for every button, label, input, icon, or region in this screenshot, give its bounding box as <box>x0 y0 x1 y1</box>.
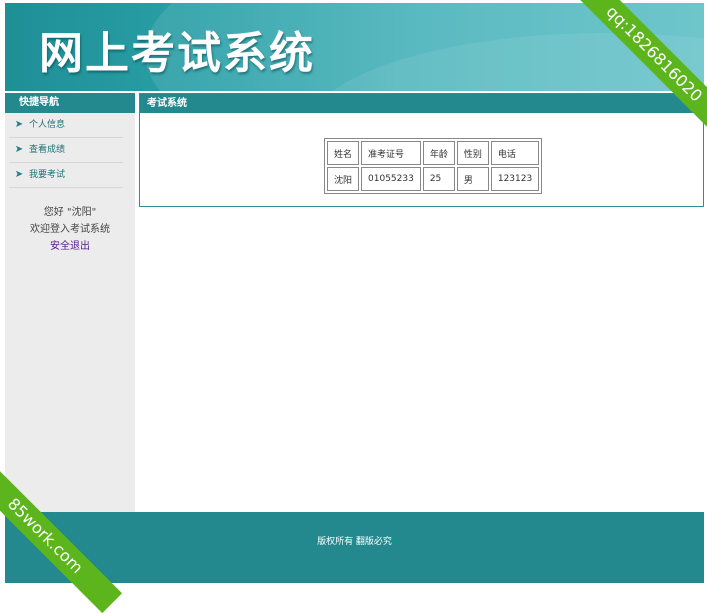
user-greeting: 您好 "沈阳" <box>43 207 97 218</box>
logout-link[interactable]: 安全退出 <box>5 238 135 255</box>
panel-title: 考试系统 <box>140 94 703 113</box>
sidebar-nav: ➤ 个人信息 ➤ 查看成绩 ➤ 我要考试 <box>5 113 135 188</box>
sidebar-item-label: 我要考试 <box>29 170 66 180</box>
arrow-right-icon: ➤ <box>14 169 24 180</box>
table-cell: 男 <box>456 167 489 191</box>
table-header-cell: 年龄 <box>422 141 455 165</box>
table-header-cell: 准考证号 <box>361 141 421 165</box>
site-title: 网上考试系统 <box>39 28 315 79</box>
sidebar-item-take-exam[interactable]: ➤ 我要考试 <box>9 163 123 188</box>
table-row: 沈阳 01055233 25 男 123123 <box>327 167 540 191</box>
copyright-text: 版权所有 翻版必究 <box>317 537 392 547</box>
main-panel: 考试系统 姓名 准考证号 年龄 性别 电话 沈阳 01055233 25 男 1… <box>139 93 704 207</box>
sidebar: 快捷导航 ➤ 个人信息 ➤ 查看成绩 ➤ 我要考试 您好 "沈阳" 欢迎登入考试… <box>5 93 135 513</box>
table-header-row: 姓名 准考证号 年龄 性别 电话 <box>327 141 540 165</box>
student-info-table: 姓名 准考证号 年龄 性别 电话 沈阳 01055233 25 男 123123 <box>324 138 543 194</box>
table-header-cell: 电话 <box>490 141 540 165</box>
arrow-right-icon: ➤ <box>14 144 24 155</box>
sidebar-item-personal-info[interactable]: ➤ 个人信息 <box>9 113 123 138</box>
table-cell: 25 <box>422 167 455 191</box>
table-cell: 123123 <box>490 167 540 191</box>
user-info-box: 您好 "沈阳" 欢迎登入考试系统 安全退出 <box>5 204 135 255</box>
sidebar-item-label: 个人信息 <box>29 120 66 130</box>
sidebar-item-label: 查看成绩 <box>29 145 66 155</box>
table-cell: 沈阳 <box>327 167 360 191</box>
table-header-cell: 姓名 <box>327 141 360 165</box>
table-cell: 01055233 <box>361 167 421 191</box>
sidebar-title: 快捷导航 <box>5 93 135 113</box>
app-frame: 网上考试系统 快捷导航 ➤ 个人信息 ➤ 查看成绩 ➤ 我要考试 您好 "沈阳"… <box>5 3 704 583</box>
arrow-right-icon: ➤ <box>14 119 24 130</box>
sidebar-item-view-scores[interactable]: ➤ 查看成绩 <box>9 138 123 163</box>
footer: 版权所有 翻版必究 <box>5 512 704 583</box>
table-header-cell: 性别 <box>456 141 489 165</box>
welcome-text: 欢迎登入考试系统 <box>30 224 110 235</box>
